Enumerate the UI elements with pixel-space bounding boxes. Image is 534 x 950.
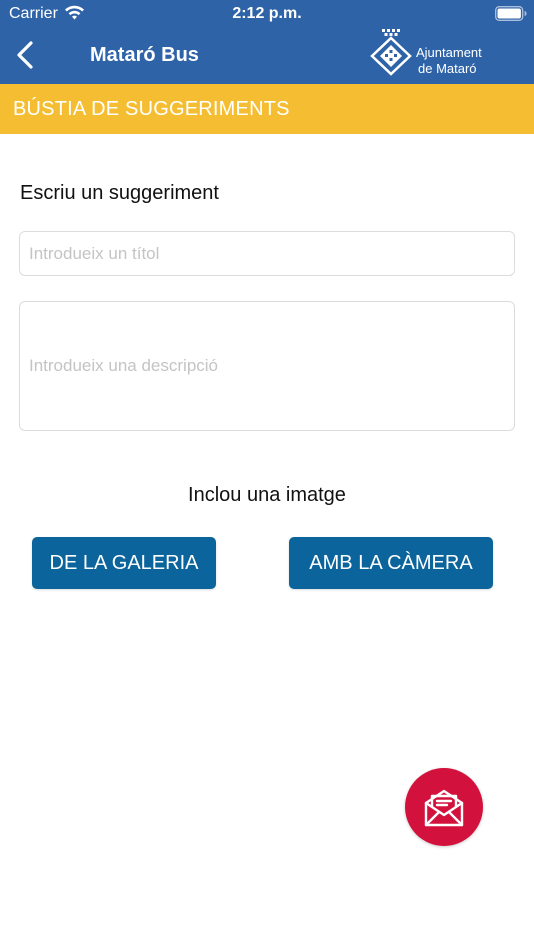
camera-button[interactable]: AMB LA CÀMERA xyxy=(289,537,493,589)
form-heading: Escriu un suggeriment xyxy=(20,182,219,204)
description-input[interactable] xyxy=(19,301,515,431)
status-time: 2:12 p.m. xyxy=(232,5,302,22)
mail-open-icon xyxy=(424,789,464,827)
logo-text-line2: de Mataró xyxy=(418,61,477,76)
section-title: BÚSTIA DE SUGGERIMENTS xyxy=(13,98,290,120)
logo-text-line1: Ajuntament xyxy=(416,45,482,60)
chevron-left-icon xyxy=(17,41,33,69)
image-section-heading: Inclou una imatge xyxy=(188,484,346,506)
back-button[interactable] xyxy=(12,38,40,74)
status-bar: Carrier 2:12 p.m. xyxy=(0,0,534,28)
gallery-button[interactable]: DE LA GALERIA xyxy=(32,537,216,589)
logo-text: Ajuntament de Mataró xyxy=(416,45,506,77)
title-input[interactable] xyxy=(19,231,515,276)
send-suggestion-button[interactable] xyxy=(405,768,483,846)
coat-of-arms-icon xyxy=(370,29,412,76)
section-banner: BÚSTIA DE SUGGERIMENTS xyxy=(0,84,534,134)
ajuntament-logo: Ajuntament de Mataró xyxy=(368,28,503,80)
battery-icon xyxy=(495,6,527,21)
navigation-header: Carrier 2:12 p.m. Mataró Bus Ajuntament … xyxy=(0,0,534,84)
page-title: Mataró Bus xyxy=(90,44,199,66)
